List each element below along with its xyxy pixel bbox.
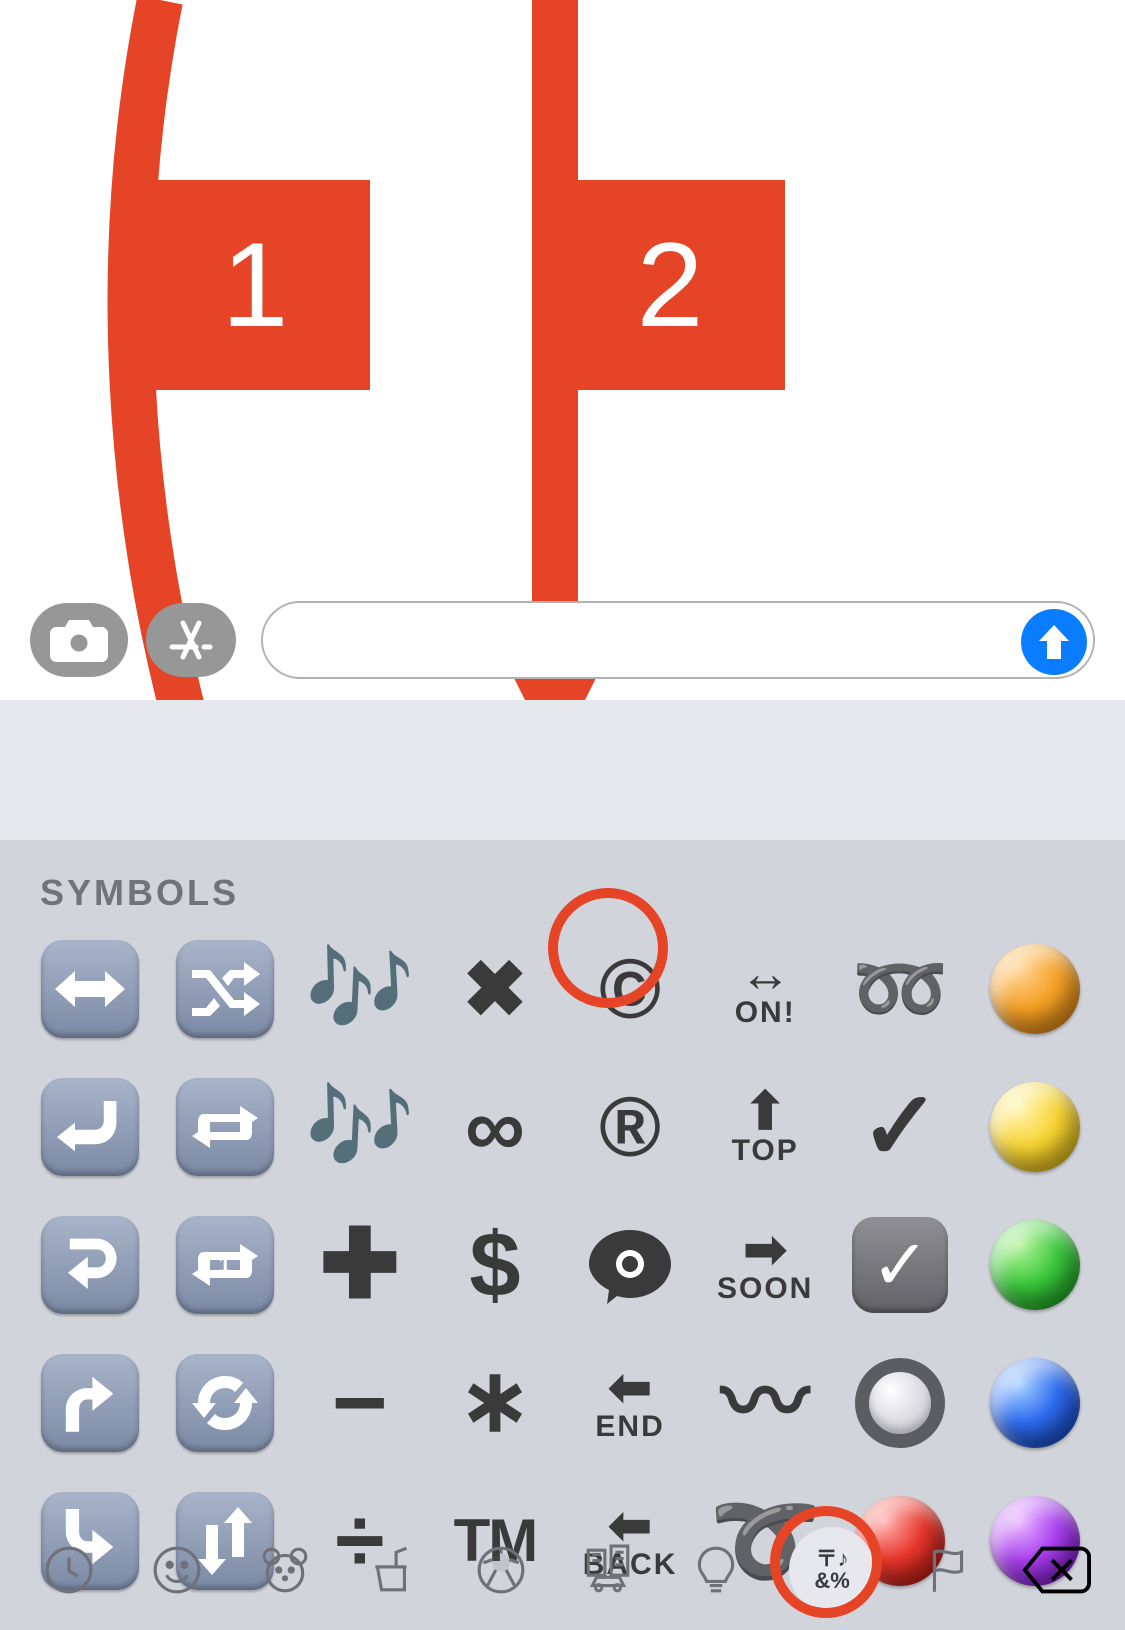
emoji-grid: 🎶 ✖ © ↔ON! ➿ 🎶 ∞ ® ⬆TOP ✓ 1 ✚ $ ➡SOON ✓	[28, 925, 1097, 1605]
apps-button[interactable]	[146, 603, 236, 677]
camera-button[interactable]	[30, 603, 128, 677]
smiley-icon	[151, 1544, 203, 1596]
lightbulb-icon	[690, 1544, 742, 1596]
emoji-copyright[interactable]: ©	[569, 925, 692, 1053]
emoji-keyboard: SYMBOLS 🎶 ✖ © ↔ON! ➿ 🎶 ∞ ® ⬆TOP ✓ 1 ✚ $	[0, 700, 1125, 1630]
emoji-wavy-dash[interactable]: 〰	[704, 1339, 827, 1467]
emoji-musical-notes[interactable]: 🎶	[298, 925, 421, 1053]
emoji-white-circle[interactable]	[839, 1339, 962, 1467]
emoji-category-row: 〒♪ &%	[0, 1520, 1125, 1630]
emoji-registered[interactable]: ®	[569, 1063, 692, 1191]
soccer-icon	[475, 1544, 527, 1596]
emoji-shuffle[interactable]	[163, 925, 286, 1053]
message-text-field[interactable]	[261, 601, 1095, 679]
message-input-bar	[0, 580, 1125, 700]
appstore-icon	[166, 615, 216, 665]
emoji-multiply[interactable]: ✖	[433, 925, 556, 1053]
category-food[interactable]	[358, 1535, 428, 1605]
bear-icon	[259, 1544, 311, 1596]
category-symbols[interactable]: 〒♪ &%	[789, 1527, 875, 1613]
emoji-eye-speech[interactable]	[569, 1201, 692, 1329]
emoji-asterisk[interactable]	[433, 1339, 556, 1467]
symbols-icon: 〒♪ &%	[814, 1548, 849, 1592]
emoji-minus[interactable]: −	[298, 1339, 421, 1467]
arrow-up-icon	[1037, 623, 1071, 661]
emoji-soon-arrow[interactable]: ➡SOON	[704, 1201, 827, 1329]
emoji-u-turn-right[interactable]	[28, 1201, 151, 1329]
emoji-dollar[interactable]: $	[433, 1201, 556, 1329]
emoji-green-circle[interactable]	[974, 1201, 1097, 1329]
emoji-infinity[interactable]: ∞	[433, 1063, 556, 1191]
emoji-blue-circle[interactable]	[974, 1339, 1097, 1467]
send-button[interactable]	[1021, 609, 1087, 675]
delete-icon	[1021, 1544, 1091, 1596]
emoji-end-arrow[interactable]: ⬅END	[569, 1339, 692, 1467]
city-car-icon	[582, 1544, 634, 1596]
delete-key[interactable]	[1021, 1535, 1091, 1605]
emoji-return-left[interactable]	[28, 1063, 151, 1191]
annotation-step-1-label: 1	[222, 216, 289, 354]
suggestion-bar	[0, 700, 1125, 840]
flag-icon	[922, 1544, 974, 1596]
emoji-musical-notes-2[interactable]: 🎶	[298, 1063, 421, 1191]
emoji-yellow-circle[interactable]	[974, 1063, 1097, 1191]
burger-icon	[367, 1544, 419, 1596]
category-activity[interactable]	[466, 1535, 536, 1605]
emoji-on-arrow[interactable]: ↔ON!	[704, 925, 827, 1053]
clock-icon	[43, 1544, 95, 1596]
emoji-left-right-arrow[interactable]	[28, 925, 151, 1053]
category-smileys[interactable]	[142, 1535, 212, 1605]
camera-icon	[50, 617, 108, 663]
emoji-plus[interactable]: ✚	[298, 1201, 421, 1329]
emoji-repeat[interactable]	[163, 1063, 286, 1191]
annotation-step-2: 2	[555, 180, 785, 390]
emoji-arrows-cycle[interactable]	[163, 1339, 286, 1467]
category-animals[interactable]	[250, 1535, 320, 1605]
emoji-orange-circle[interactable]	[974, 925, 1097, 1053]
emoji-top-arrow[interactable]: ⬆TOP	[704, 1063, 827, 1191]
section-title: SYMBOLS	[40, 872, 239, 914]
emoji-arrow-up-curve[interactable]	[28, 1339, 151, 1467]
annotation-step-2-label: 2	[637, 216, 704, 354]
annotation-step-1: 1	[140, 180, 370, 390]
emoji-checkbox[interactable]: ✓	[839, 1201, 962, 1329]
category-recent[interactable]	[34, 1535, 104, 1605]
category-travel[interactable]	[573, 1535, 643, 1605]
emoji-check-mark[interactable]: ✓	[839, 1063, 962, 1191]
emoji-double-curly-loop[interactable]: ➿	[839, 925, 962, 1053]
category-objects[interactable]	[681, 1535, 751, 1605]
category-flags[interactable]	[913, 1535, 983, 1605]
emoji-repeat-one[interactable]: 1	[163, 1201, 286, 1329]
